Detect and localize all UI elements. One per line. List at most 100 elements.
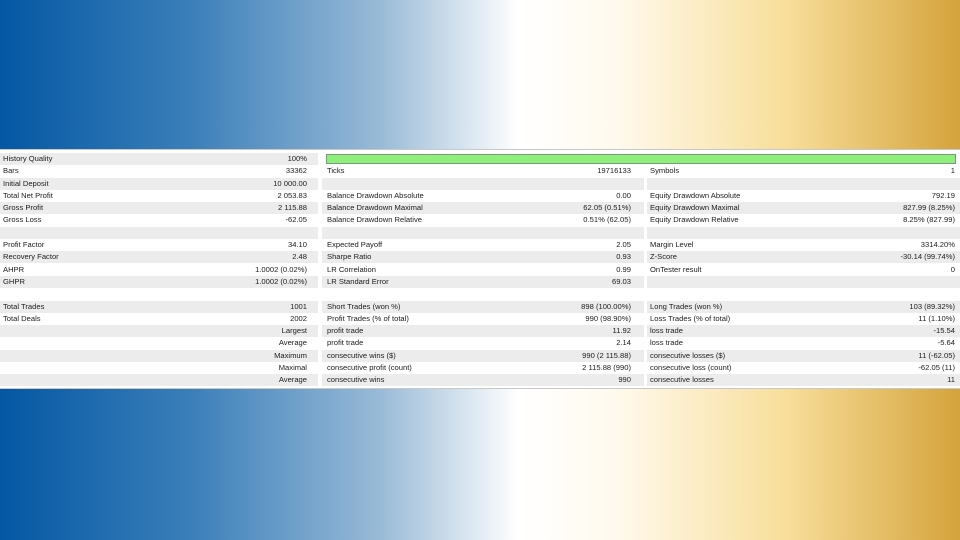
label-1 [3, 337, 203, 349]
label-3: Equity Drawdown Maximal [650, 203, 740, 213]
label-2: profit trade [327, 338, 364, 348]
label-2: consecutive profit (count) [327, 363, 412, 372]
label-1: AHPR [3, 264, 25, 274]
value-3: 1 [950, 166, 955, 176]
value-2: 990 (2 115.88) [582, 350, 631, 360]
label-3: Equity Drawdown Relative [650, 215, 739, 225]
value-3: 3314.20% [920, 240, 955, 249]
table-row: Average profit trade 2.14 loss trade -5.64 [0, 337, 960, 349]
value-3: -5.64 [937, 338, 955, 348]
label-1: Bars [3, 166, 19, 176]
label-3: Long Trades (won %) [650, 301, 723, 311]
label-3: consecutive losses ($) [650, 350, 726, 360]
label-3: Loss Trades (% of total) [650, 313, 731, 323]
label-2: Balance Drawdown Maximal [327, 203, 423, 213]
value-2: 62.05 (0.51%) [583, 203, 631, 213]
value-3: -15.54 [933, 326, 955, 336]
label-3 [650, 227, 850, 239]
label-3: loss trade [650, 326, 683, 336]
table-row [0, 288, 960, 300]
label-1: Recovery Factor [3, 252, 59, 262]
table-row: Bars 33362 Ticks 19716133 Symbols 1 [0, 165, 960, 177]
value-3: 792.19 [931, 190, 955, 200]
value-3: 8.25% (827.99) [903, 215, 955, 225]
value-1: Largest [281, 326, 307, 336]
value-1: 10 000.00 [273, 178, 307, 188]
label-3: Symbols [650, 166, 680, 176]
value-1: 2 115.88 [278, 203, 307, 213]
label-3: Equity Drawdown Absolute [650, 190, 741, 200]
value-1: Maximal [278, 363, 307, 372]
value-1: -62.05 [285, 215, 307, 225]
label-2 [327, 178, 527, 190]
value-2 [530, 178, 631, 190]
value-3 [850, 276, 955, 288]
value-2 [530, 227, 631, 239]
label-1: Total Deals [3, 313, 41, 323]
table-row: Maximum consecutive wins ($) 990 (2 115.88… [0, 349, 960, 362]
label-1 [3, 362, 203, 374]
value-3: 0 [950, 264, 955, 274]
table-row: Gross Profit 2 115.88 Balance Drawdown Max… [0, 202, 960, 215]
value-1: 1.0002 (0.02%) [255, 276, 307, 286]
value-1: 2002 [290, 313, 307, 323]
label-2: LR Standard Error [327, 276, 389, 286]
value-1: Average [278, 375, 307, 385]
label-2: consecutive wins [327, 375, 385, 385]
table-row: Total Deals 2002 Profit Trades (% of total… [0, 313, 960, 325]
label-1: Profit Factor [3, 240, 45, 249]
table-row: GHPR 1.0002 (0.02%) LR Standard Error 69.03 [0, 275, 960, 288]
label-3: consecutive losses [650, 375, 714, 385]
value-2: 2.05 [616, 240, 631, 249]
label-1: Total Net Profit [3, 190, 53, 200]
value-1: 1001 [290, 301, 307, 311]
table-row: Maximal consecutive profit (count) 2 115.8… [0, 362, 960, 374]
label-3 [650, 288, 850, 300]
value-3: -30.14 (99.74%) [900, 252, 955, 262]
label-2: Sharpe Ratio [327, 252, 372, 262]
label-2: Profit Trades (% of total) [327, 313, 409, 323]
value-1: Maximum [274, 350, 307, 360]
value-3 [850, 288, 955, 300]
history-quality-value: 100% [287, 154, 307, 163]
value-2: 0.99 [616, 264, 631, 274]
value-2: 898 (100.00%) [581, 301, 631, 311]
value-2: 990 (98.90%) [585, 313, 631, 323]
value-1: 1.0002 (0.02%) [255, 264, 307, 274]
label-2: Ticks [327, 166, 345, 176]
label-2: consecutive wins ($) [327, 350, 396, 360]
table-row: Total Trades 1001 Short Trades (won %) 898 … [0, 300, 960, 313]
value-1: 33362 [285, 166, 307, 176]
label-2: profit trade [327, 326, 364, 336]
table-row [0, 226, 960, 239]
table-row: Largest profit trade 11.92 loss trade -15.54 [0, 325, 960, 338]
history-quality-label: History Quality [3, 154, 53, 163]
label-2: Balance Drawdown Absolute [327, 190, 424, 200]
label-1 [3, 374, 203, 386]
value-3: 11 (-62.05) [918, 350, 955, 360]
value-2: 69.03 [611, 276, 631, 286]
label-2: Expected Payoff [327, 240, 383, 249]
value-1: 2 053.83 [277, 190, 307, 200]
label-3: Z-Score [650, 252, 678, 262]
value-3 [850, 178, 955, 190]
label-3: Margin Level [650, 240, 694, 249]
table-row: Gross Loss -62.05 Balance Drawdown Relativ… [0, 214, 960, 226]
value-2: 0.00 [616, 190, 631, 200]
label-2: Balance Drawdown Relative [327, 215, 422, 225]
label-1 [3, 288, 203, 300]
value-3: 827.99 (8.25%) [903, 203, 955, 213]
value-1 [205, 288, 307, 300]
label-1: Total Trades [3, 301, 45, 311]
label-2: Short Trades (won %) [327, 301, 401, 311]
value-2: 2 115.88 (990) [582, 363, 631, 372]
label-3: consecutive loss (count) [650, 363, 732, 372]
value-2: 0.51% (62.05) [583, 215, 631, 225]
value-2: 0.93 [616, 252, 631, 262]
table-row: Total Net Profit 2 053.83 Balance Drawdown… [0, 190, 960, 202]
value-3: 103 (89.32%) [909, 301, 955, 311]
value-2: 11.92 [612, 326, 631, 336]
label-3: OnTester result [650, 264, 702, 274]
label-1 [3, 227, 203, 239]
value-1 [205, 227, 307, 239]
